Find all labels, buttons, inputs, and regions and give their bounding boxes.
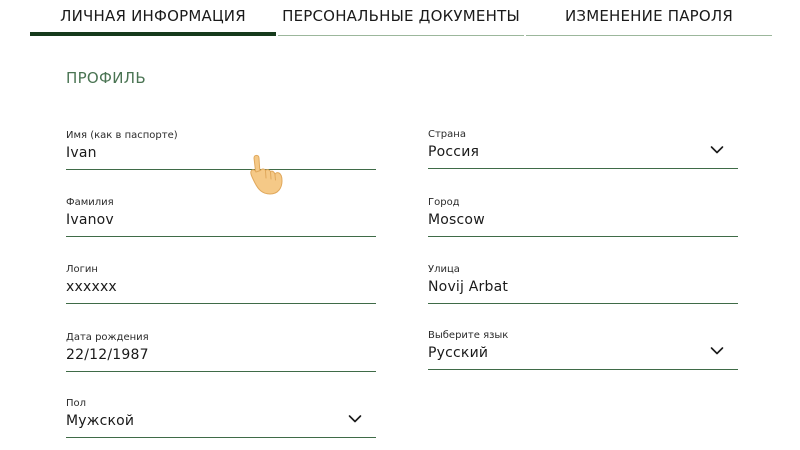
login-input[interactable]: xxxxxx <box>66 279 117 295</box>
tab-bar: ЛИЧНАЯ ИНФОРМАЦИЯ ПЕРСОНАЛЬНЫЕ ДОКУМЕНТЫ… <box>30 0 772 36</box>
field-underline <box>66 303 376 304</box>
field-underline <box>428 168 738 169</box>
country-select[interactable]: Страна Россия <box>428 129 738 169</box>
name-label: Имя (как в паспорте) <box>66 130 178 141</box>
field-underline <box>428 236 738 237</box>
profile-page: ЛИЧНАЯ ИНФОРМАЦИЯ ПЕРСОНАЛЬНЫЕ ДОКУМЕНТЫ… <box>0 0 800 450</box>
chevron-down-icon[interactable] <box>710 145 724 155</box>
street-label: Улица <box>428 264 460 275</box>
tab-personal-info[interactable]: ЛИЧНАЯ ИНФОРМАЦИЯ <box>30 0 276 36</box>
language-select[interactable]: Выберите язык Русский <box>428 330 738 370</box>
language-selected-value[interactable]: Русский <box>428 345 488 361</box>
country-label: Страна <box>428 129 466 140</box>
field-underline <box>66 236 376 237</box>
field-underline <box>66 437 376 438</box>
gender-selected-value[interactable]: Мужской <box>66 413 134 429</box>
chevron-down-icon[interactable] <box>710 346 724 356</box>
section-title: ПРОФИЛЬ <box>66 69 146 87</box>
street-field[interactable]: Улица Novij Arbat <box>428 264 738 304</box>
country-selected-value[interactable]: Россия <box>428 144 479 160</box>
birth-date-label: Дата рождения <box>66 332 149 343</box>
birth-date-input[interactable]: 22/12/1987 <box>66 347 149 363</box>
surname-input[interactable]: Ivanov <box>66 212 114 228</box>
birth-date-field[interactable]: Дата рождения 22/12/1987 <box>66 332 376 372</box>
tab-label: ЛИЧНАЯ ИНФОРМАЦИЯ <box>60 7 246 25</box>
tab-label: ПЕРСОНАЛЬНЫЕ ДОКУМЕНТЫ <box>282 7 520 25</box>
surname-label: Фамилия <box>66 197 114 208</box>
tab-personal-documents[interactable]: ПЕРСОНАЛЬНЫЕ ДОКУМЕНТЫ <box>278 0 524 36</box>
city-label: Город <box>428 197 460 208</box>
city-field[interactable]: Город Moscow <box>428 197 738 237</box>
language-label: Выберите язык <box>428 330 509 341</box>
surname-field[interactable]: Фамилия Ivanov <box>66 197 376 237</box>
gender-label: Пол <box>66 398 87 409</box>
field-underline <box>428 369 738 370</box>
street-input[interactable]: Novij Arbat <box>428 279 508 295</box>
tab-divider-line <box>278 35 524 36</box>
name-field[interactable]: Имя (как в паспорте) Ivan <box>66 130 376 170</box>
tab-active-indicator <box>30 32 276 36</box>
login-field[interactable]: Логин xxxxxx <box>66 264 376 304</box>
tab-change-password[interactable]: ИЗМЕНЕНИЕ ПАРОЛЯ <box>526 0 772 36</box>
chevron-down-icon[interactable] <box>348 414 362 424</box>
name-input[interactable]: Ivan <box>66 145 97 161</box>
tab-label: ИЗМЕНЕНИЕ ПАРОЛЯ <box>564 7 734 25</box>
field-underline <box>66 169 376 170</box>
gender-select[interactable]: Пол Мужской <box>66 398 376 438</box>
hand-pointer-icon <box>250 154 283 195</box>
field-underline <box>428 303 738 304</box>
tab-divider-line <box>526 35 772 36</box>
field-underline <box>66 371 376 372</box>
city-input[interactable]: Moscow <box>428 212 485 228</box>
login-label: Логин <box>66 264 98 275</box>
